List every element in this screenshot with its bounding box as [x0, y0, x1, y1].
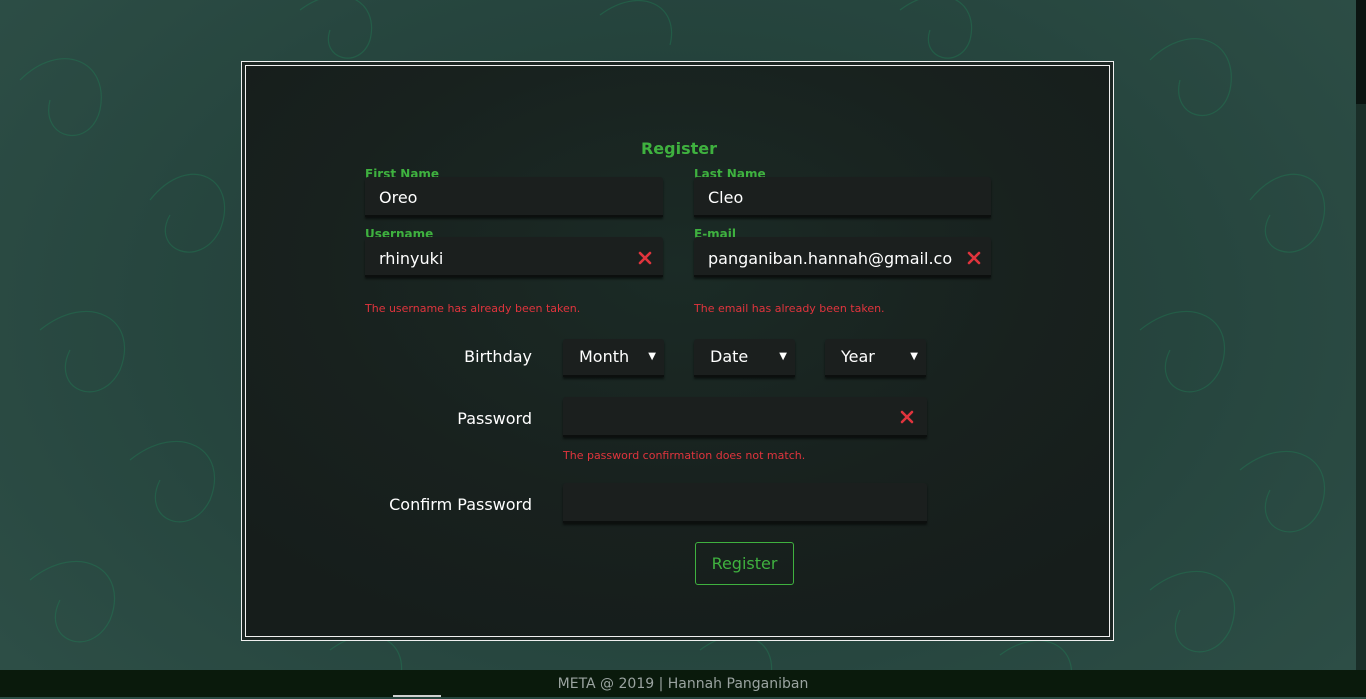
email-error-x-icon	[967, 251, 981, 265]
confirm-password-label: Confirm Password	[389, 495, 532, 514]
caret-down-icon: ▼	[779, 351, 787, 362]
email-value: panganiban.hannah@gmail.com	[708, 249, 953, 268]
confirm-password-field[interactable]	[563, 483, 927, 523]
password-error-message: The password confirmation does not match…	[563, 449, 806, 462]
first-name-field[interactable]: Oreo	[365, 177, 663, 217]
last-name-value: Cleo	[708, 188, 744, 207]
first-name-value: Oreo	[379, 188, 418, 207]
password-label: Password	[457, 409, 532, 428]
username-error-x-icon	[638, 251, 652, 265]
footer-text: META @ 2019 | Hannah Panganiban	[557, 676, 809, 692]
username-error-message: The username has already been taken.	[365, 302, 581, 315]
birthday-month-value: Month	[579, 347, 630, 366]
email-error-message: The email has already been taken.	[694, 302, 885, 315]
caret-down-icon: ▼	[648, 351, 656, 362]
birthday-year-select[interactable]: Year ▼	[825, 339, 926, 377]
register-card-inner: Register First Name Oreo Last Name Cleo …	[245, 65, 1110, 637]
username-field[interactable]: rhinyuki	[365, 237, 663, 277]
caret-down-icon: ▼	[910, 351, 918, 362]
register-button[interactable]: Register	[695, 542, 794, 585]
birthday-label: Birthday	[464, 347, 532, 366]
birthday-date-select[interactable]: Date ▼	[694, 339, 795, 377]
birthday-year-value: Year	[841, 347, 875, 366]
username-value: rhinyuki	[379, 249, 444, 268]
footer: META @ 2019 | Hannah Panganiban	[0, 670, 1366, 697]
last-name-field[interactable]: Cleo	[694, 177, 991, 217]
email-field[interactable]: panganiban.hannah@gmail.com	[694, 237, 991, 277]
scrollbar-thumb[interactable]	[1356, 0, 1366, 104]
register-card: Register First Name Oreo Last Name Cleo …	[241, 61, 1114, 641]
form-title: Register	[640, 139, 718, 158]
birthday-month-select[interactable]: Month ▼	[563, 339, 664, 377]
birthday-date-value: Date	[710, 347, 749, 366]
password-field[interactable]	[563, 397, 927, 437]
password-error-x-icon	[900, 410, 914, 424]
